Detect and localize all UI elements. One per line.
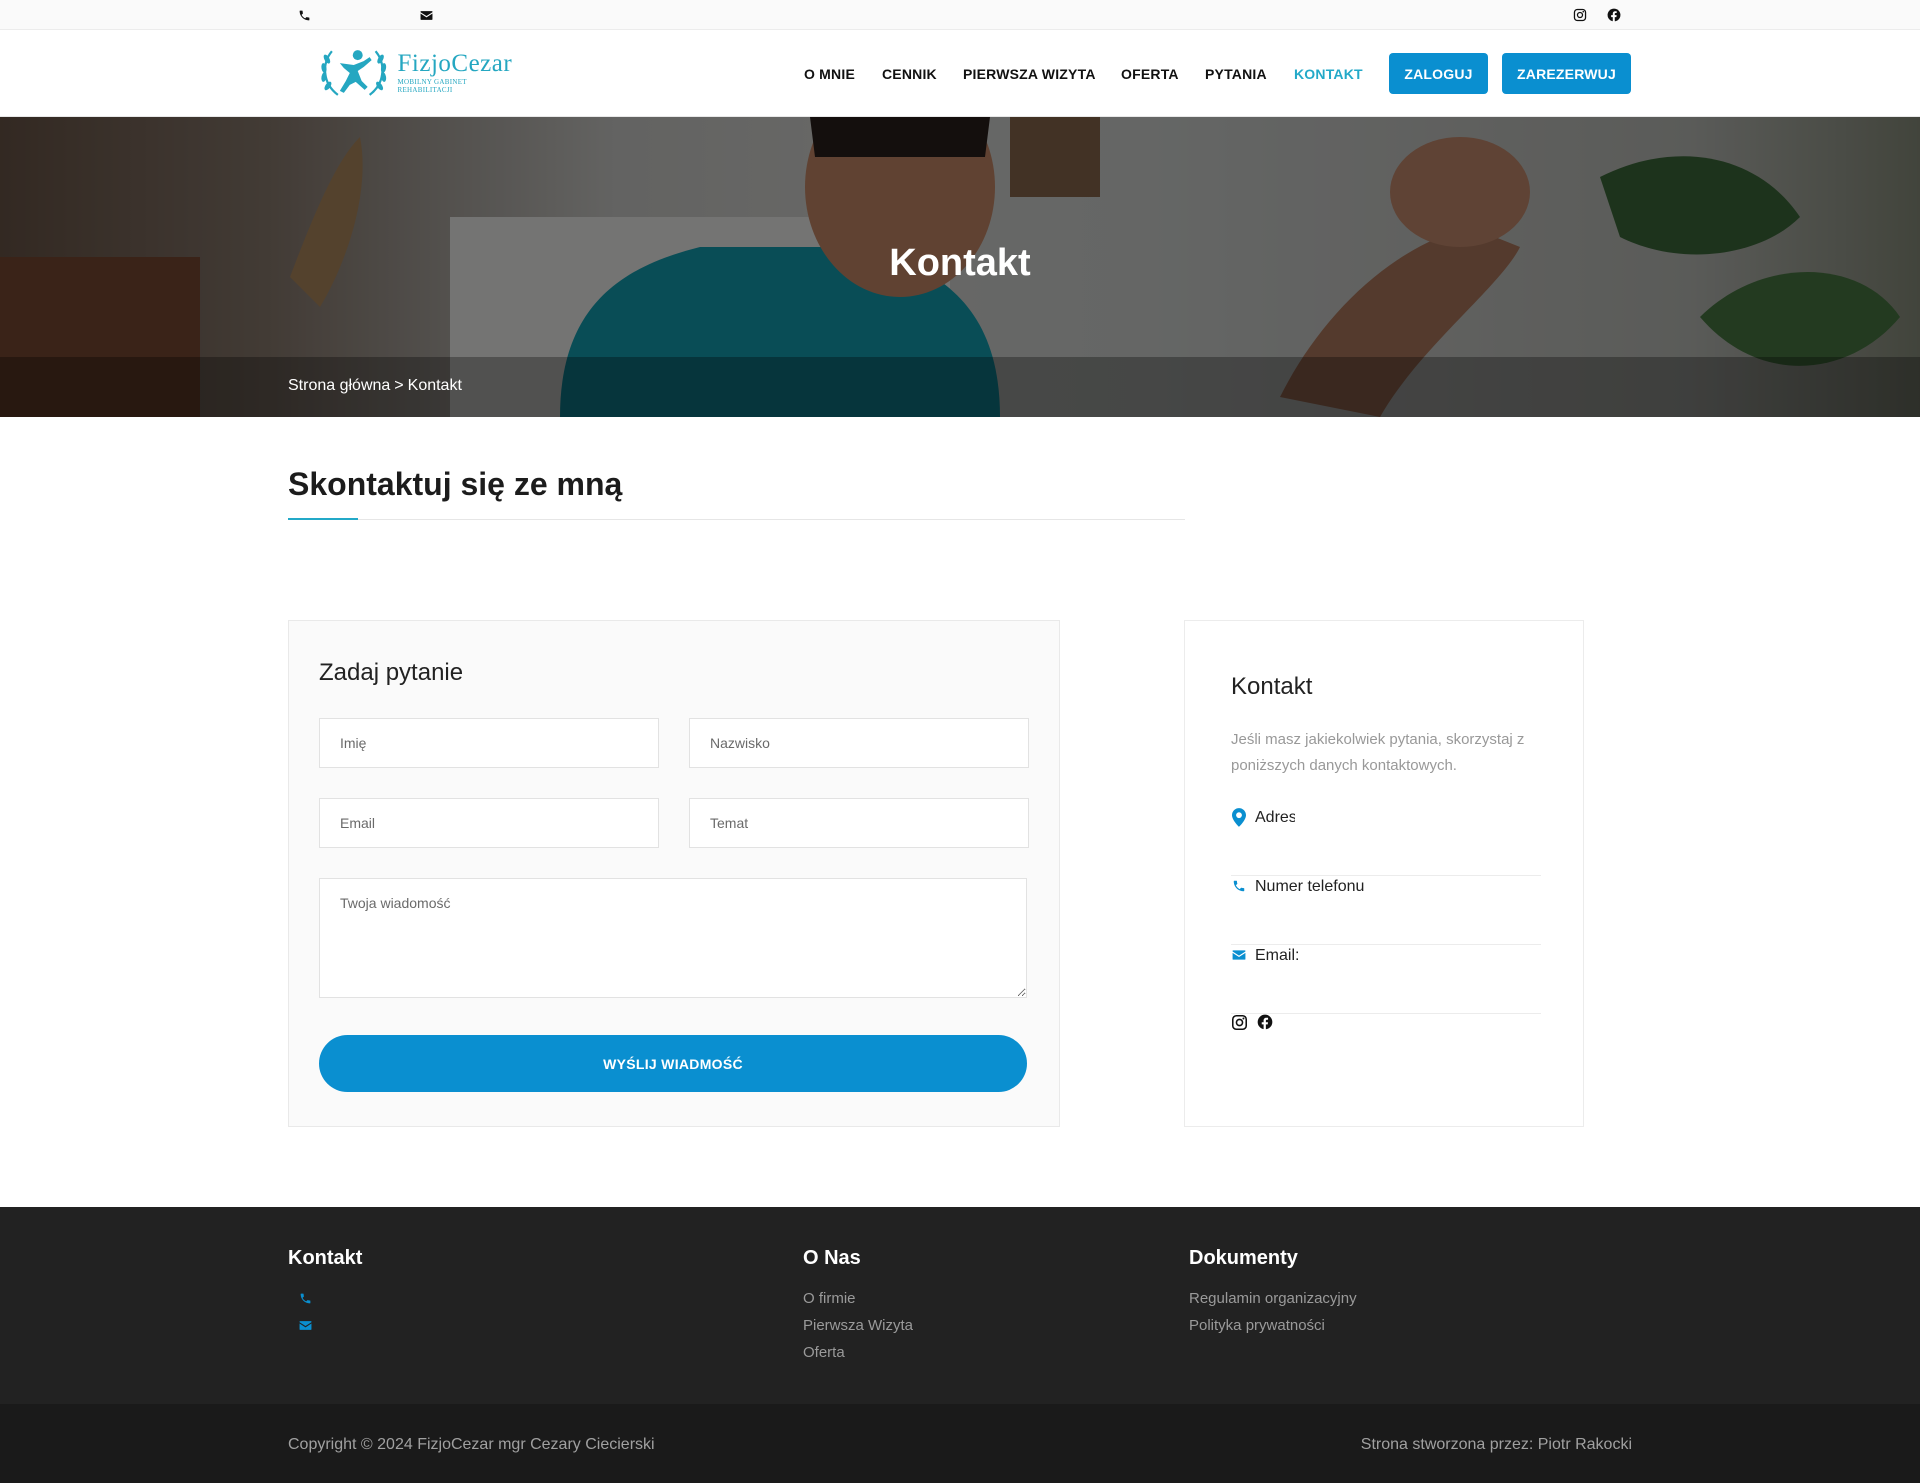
envelope-icon bbox=[1231, 945, 1247, 965]
facebook-icon[interactable] bbox=[1256, 1013, 1274, 1031]
contact-email-label: Email: bbox=[1255, 947, 1300, 964]
instagram-icon[interactable] bbox=[1230, 1013, 1248, 1031]
contact-description: Jeśli masz jakiekolwiek pytania, skorzys… bbox=[1231, 731, 1525, 774]
breadcrumb-separator: > bbox=[394, 377, 404, 394]
section-title: Skontaktuj się ze mną bbox=[288, 466, 623, 502]
email-input[interactable] bbox=[319, 798, 659, 848]
envelope-icon[interactable] bbox=[418, 7, 434, 23]
send-message-button[interactable]: WYŚLIJ WIADMOŚĆ bbox=[319, 1035, 1027, 1092]
laurel-logo-icon bbox=[321, 50, 387, 96]
breadcrumb-home-link[interactable]: Strona główna bbox=[288, 377, 390, 395]
nav-oferta[interactable]: OFERTA bbox=[1121, 66, 1179, 82]
footer-link-regulamin[interactable]: Regulamin organizacyjny bbox=[1189, 1290, 1357, 1307]
footer-link-o-firmie[interactable]: O firmie bbox=[803, 1290, 856, 1307]
nav-o-mnie[interactable]: O MNIE bbox=[804, 66, 855, 82]
first-name-input[interactable] bbox=[319, 718, 659, 768]
top-bar bbox=[0, 0, 1920, 30]
contact-phone-label: Numer telefonu bbox=[1255, 878, 1365, 895]
logo[interactable]: FizjoCezar MOBILNY GABINET REHABILITACJI bbox=[318, 40, 523, 104]
breadcrumb-current: Kontakt bbox=[407, 377, 462, 394]
book-button[interactable]: ZAREZERWUJ bbox=[1502, 53, 1631, 94]
footer-about-title: O Nas bbox=[803, 1247, 861, 1269]
instagram-icon[interactable] bbox=[1572, 7, 1588, 23]
footer-link-polityka[interactable]: Polityka prywatności bbox=[1189, 1317, 1325, 1334]
site-header: FizjoCezar MOBILNY GABINET REHABILITACJI… bbox=[0, 30, 1920, 117]
contact-address-label: Adres bbox=[1255, 809, 1295, 826]
nav-cennik[interactable]: CENNIK bbox=[882, 66, 937, 82]
footer-bottom-bar: Copyright © 2024 FizjoCezar mgr Cezary C… bbox=[0, 1404, 1920, 1483]
phone-icon[interactable] bbox=[296, 7, 312, 23]
contact-address-row: Adres bbox=[1231, 807, 1541, 876]
map-marker-icon bbox=[1231, 807, 1247, 827]
question-form: Zadaj pytanie WYŚLIJ WIADMOŚĆ bbox=[288, 620, 1060, 1127]
last-name-input[interactable] bbox=[689, 718, 1029, 768]
login-button[interactable]: ZALOGUJ bbox=[1389, 53, 1488, 94]
hero-banner: Kontakt Strona główna > Kontakt bbox=[0, 117, 1920, 417]
site-credit: Strona stworzona przez: Piotr Rakocki bbox=[1360, 1436, 1632, 1453]
message-textarea[interactable] bbox=[319, 878, 1027, 998]
envelope-icon[interactable] bbox=[298, 1318, 312, 1332]
footer-documents-title: Dokumenty bbox=[1189, 1247, 1298, 1269]
nav-kontakt[interactable]: KONTAKT bbox=[1294, 66, 1363, 82]
phone-icon[interactable] bbox=[298, 1291, 312, 1305]
footer-link-pierwsza-wizyta[interactable]: Pierwsza Wizyta bbox=[803, 1317, 913, 1334]
logo-subtitle: MOBILNY GABINET REHABILITACJI bbox=[397, 77, 467, 94]
footer-contact-title: Kontakt bbox=[288, 1247, 363, 1269]
form-title: Zadaj pytanie bbox=[319, 659, 464, 686]
breadcrumb: Strona główna > Kontakt bbox=[288, 377, 462, 395]
nav-pytania[interactable]: PYTANIA bbox=[1205, 66, 1267, 82]
page-title: Kontakt bbox=[889, 242, 1031, 284]
site-footer: Kontakt O Nas O firmie Pierwsza Wizyta O… bbox=[0, 1207, 1920, 1404]
contact-phone-row: Numer telefonu bbox=[1231, 876, 1541, 945]
section-divider-accent bbox=[288, 518, 358, 520]
contact-info-card: Kontakt Jeśli masz jakiekolwiek pytania,… bbox=[1184, 620, 1584, 1127]
copyright-text: Copyright © 2024 FizjoCezar mgr Cezary C… bbox=[288, 1436, 655, 1453]
contact-email-row: Email: bbox=[1231, 945, 1541, 1014]
subject-input[interactable] bbox=[689, 798, 1029, 848]
contact-card-title: Kontakt bbox=[1231, 673, 1313, 700]
section-divider bbox=[288, 519, 1185, 520]
nav-pierwsza-wizyta[interactable]: PIERWSZA WIZYTA bbox=[963, 66, 1096, 82]
facebook-icon[interactable] bbox=[1606, 7, 1622, 23]
logo-name: FizjoCezar bbox=[397, 49, 513, 77]
phone-icon bbox=[1231, 876, 1247, 896]
footer-link-oferta[interactable]: Oferta bbox=[803, 1344, 845, 1361]
